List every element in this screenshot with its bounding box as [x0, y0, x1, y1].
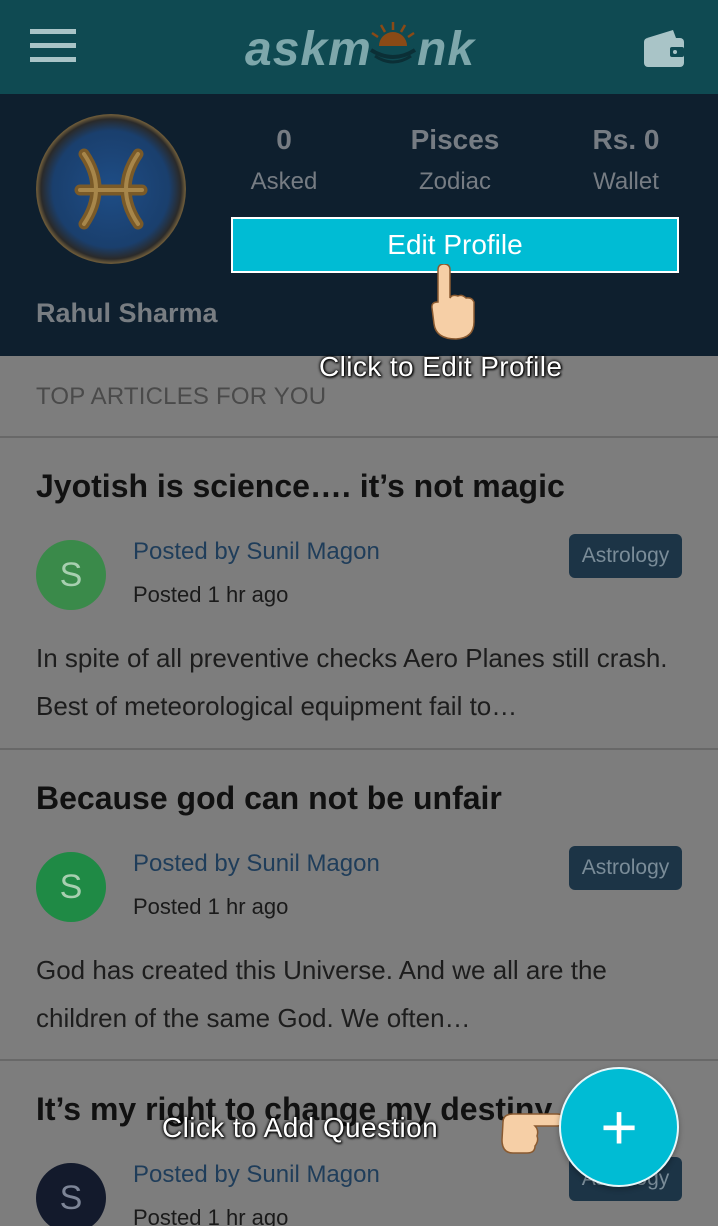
wallet-icon[interactable] — [643, 28, 685, 68]
add-question-fab[interactable]: + — [559, 1067, 679, 1187]
profile-header: 0 Asked Pisces Zodiac Rs. 0 Wallet Edit … — [0, 94, 718, 356]
article-time: Posted 1 hr ago — [133, 1205, 289, 1226]
article-title[interactable]: Jyotish is science…. it’s not magic — [36, 468, 565, 505]
author-avatar: S — [36, 852, 106, 922]
article-author[interactable]: Posted by Sunil Magon — [133, 1161, 380, 1189]
app-bar: askm nk — [0, 0, 718, 94]
menu-icon[interactable] — [30, 29, 76, 63]
add-question-hint: Click to Add Question — [162, 1112, 439, 1143]
stat-label: Asked — [250, 168, 318, 195]
article-author[interactable]: Posted by Sunil Magon — [133, 538, 380, 566]
article-tag[interactable]: Astrology — [569, 534, 682, 578]
article-card[interactable]: Because god can not be unfair S Posted b… — [0, 750, 718, 1060]
stat-label: Zodiac — [418, 168, 492, 195]
edit-profile-hint: Click to Edit Profile — [319, 351, 563, 382]
stat-zodiac: Pisces Zodiac — [375, 124, 535, 196]
article-time: Posted 1 hr ago — [133, 894, 289, 919]
author-avatar: S — [36, 540, 106, 610]
stat-label: Wallet — [593, 168, 659, 195]
askmonk-logo: askm nk — [245, 18, 475, 76]
stat-value: Pisces — [410, 124, 500, 155]
section-title: TOP ARTICLES FOR YOU — [36, 383, 327, 410]
article-author[interactable]: Posted by Sunil Magon — [133, 850, 380, 878]
author-avatar: S — [36, 1163, 106, 1226]
zodiac-avatar[interactable] — [36, 114, 186, 264]
logo-text-left: askm — [245, 23, 372, 76]
sun-logo-icon — [369, 22, 417, 68]
article-title[interactable]: Because god can not be unfair — [36, 780, 502, 817]
pointing-hand-right-icon — [501, 1113, 565, 1154]
stat-value: 0 — [276, 124, 292, 155]
article-time: Posted 1 hr ago — [133, 582, 289, 607]
article-card[interactable]: Jyotish is science…. it’s not magic S Po… — [0, 438, 718, 748]
user-name: Rahul Sharma — [36, 298, 218, 328]
stat-value: Rs. 0 — [592, 124, 660, 155]
stat-wallet: Rs. 0 Wallet — [546, 124, 706, 196]
article-body: In spite of all preventive checks Aero P… — [36, 643, 668, 721]
stat-asked: 0 Asked — [204, 124, 364, 196]
logo-text-right: nk — [417, 23, 476, 76]
pointing-hand-up-icon — [431, 264, 475, 340]
article-body: God has created this Universe. And we al… — [36, 955, 607, 1033]
article-tag[interactable]: Astrology — [569, 846, 682, 890]
